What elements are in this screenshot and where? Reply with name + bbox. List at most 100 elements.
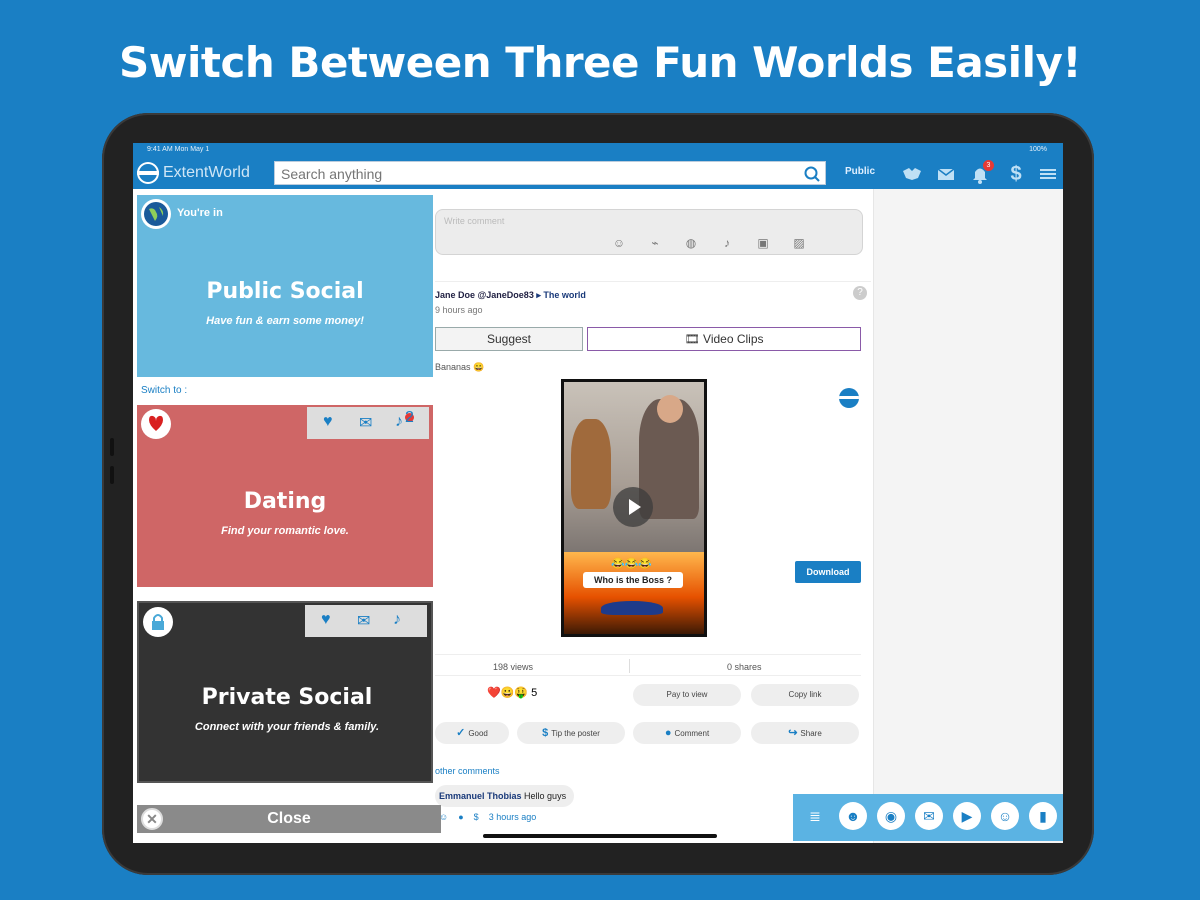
commenter-name[interactable]: Emmanuel Thobias <box>439 791 522 801</box>
notifications-button[interactable]: 3 <box>969 160 994 185</box>
reactions[interactable]: ❤️😀🤑 5 <box>487 686 537 699</box>
tip-label: Tip the poster <box>551 729 600 738</box>
tip-button[interactable]: $ Tip the poster <box>517 722 625 744</box>
post-stats: 198 views 0 shares <box>435 654 861 676</box>
composer-placeholder: Write comment <box>444 216 505 226</box>
friends-icon[interactable]: ☺ <box>991 802 1019 830</box>
world-switcher-panel: You're in Public Social Have fun & earn … <box>137 195 441 841</box>
world-dating-card[interactable]: ♥ ✉ ♪ 2 Dating Find your romantic love. <box>137 405 433 587</box>
microphone-icon[interactable]: ♪ <box>720 236 734 250</box>
video-call-icon[interactable]: ▶ <box>953 802 981 830</box>
mail-icon[interactable]: ✉ <box>357 611 370 631</box>
comment-reply-icon[interactable]: ● <box>458 812 463 822</box>
app-logo[interactable]: ExtentWorld <box>163 164 250 182</box>
video-thumbnail[interactable]: 😂😂😂 Who is the Boss ? <box>561 379 707 637</box>
youre-in-label: You're in <box>177 207 223 219</box>
messenger-icon[interactable]: ◉ <box>877 802 905 830</box>
handshake-icon[interactable]: ♥ <box>323 413 333 431</box>
comment-bubble: Emmanuel Thobias Hello guys <box>435 785 575 807</box>
lock-icon <box>143 607 173 637</box>
world-title: Public Social <box>206 279 364 304</box>
post-card: Jane Doe @JaneDoe83 ▸ The world 9 hours … <box>435 281 871 841</box>
video-icon[interactable]: ▣ <box>756 236 770 250</box>
close-icon[interactable]: ✕ <box>141 808 163 830</box>
dollar-icon[interactable]: $ <box>1005 163 1027 185</box>
right-panel <box>873 189 1063 843</box>
author-name[interactable]: Jane Doe @JaneDoe83 <box>435 290 534 300</box>
switch-to-label: Switch to : <box>141 385 188 396</box>
post-time: 9 hours ago <box>435 305 483 315</box>
dollar-icon: $ <box>542 727 549 739</box>
globe-icon <box>141 199 171 229</box>
world-title: Dating <box>243 489 327 514</box>
play-icon[interactable] <box>613 487 653 527</box>
bell-icon[interactable]: ♪ <box>395 413 403 431</box>
comment-button[interactable]: ● Comment <box>633 722 741 744</box>
copy-link-button[interactable]: Copy link <box>751 684 859 706</box>
download-button[interactable]: Download <box>795 561 861 583</box>
bell-icon[interactable]: ♪ <box>393 611 401 629</box>
profile-icon[interactable]: ☻ <box>839 802 867 830</box>
tab-video-clips[interactable]: 🎞 Video Clips <box>587 327 861 351</box>
good-button[interactable]: ✓ Good <box>435 722 509 744</box>
monkey-figure <box>571 419 611 509</box>
headline: Switch Between Three Fun Worlds Easily! <box>118 38 1082 87</box>
sticker-icon[interactable]: ◍ <box>684 236 698 250</box>
thumbs-up-icon: ✓ <box>456 727 466 739</box>
menu-icon[interactable] <box>1037 163 1059 185</box>
search-input[interactable] <box>281 165 781 183</box>
close-button[interactable]: ✕ Close <box>137 805 441 833</box>
lamp-figure <box>601 601 663 615</box>
search-box[interactable] <box>274 161 826 185</box>
hearts-icon <box>141 409 171 439</box>
pay-to-view-button[interactable]: Pay to view <box>633 684 741 706</box>
top-bar: ExtentWorld Public 3 $ <box>133 157 1063 189</box>
comment-composer[interactable]: Write comment ☺ ⌁ ◍ ♪ ▣ ▨ <box>435 209 863 255</box>
world-subtitle: Have fun & earn some money! <box>206 315 364 327</box>
search-icon[interactable] <box>803 165 821 183</box>
video-emojis: 😂😂😂 <box>611 558 653 570</box>
emoji-icon[interactable]: ☺ <box>612 236 626 250</box>
world-subtitle: Find your romantic love. <box>221 525 349 537</box>
status-bar: 9:41 AM Mon May 1 100% <box>133 143 1063 157</box>
bookmark-icon[interactable]: ▮ <box>1029 802 1057 830</box>
comment-tip-icon[interactable]: $ <box>474 812 479 822</box>
comment-label: Comment <box>674 729 710 738</box>
post-location[interactable]: ▸ The world <box>536 290 586 300</box>
dating-quick-actions: ♥ ✉ ♪ 2 <box>307 407 429 439</box>
mail-icon[interactable]: ✉ <box>359 413 372 433</box>
volume-button <box>110 438 114 456</box>
handshake-icon[interactable]: ♥ <box>321 611 331 629</box>
views-count: 198 views <box>493 662 534 672</box>
share-button[interactable]: ↪ Share <box>751 722 859 744</box>
bottom-dock: ≣ ☻ ◉ ✉ ▶ ☺ ▮ <box>793 794 1063 841</box>
comment-text: Hello guys <box>524 791 567 801</box>
globe-logo-icon[interactable] <box>137 162 159 184</box>
feed-icon[interactable]: ≣ <box>801 802 829 830</box>
app-screen: 9:41 AM Mon May 1 100% ExtentWorld Publi… <box>133 143 1063 843</box>
world-private-social-card[interactable]: ♥ ✉ ♪ Private Social Connect with your f… <box>137 601 433 783</box>
image-icon[interactable]: ▨ <box>792 236 806 250</box>
other-comments-link[interactable]: other comments <box>435 766 500 776</box>
help-icon[interactable]: ? <box>853 286 867 300</box>
notification-badge: 2 <box>405 409 414 426</box>
mail-icon[interactable] <box>935 163 957 185</box>
handshake-icon[interactable] <box>901 163 923 185</box>
world-subtitle: Connect with your friends & family. <box>194 721 380 733</box>
attachment-icon[interactable]: ⌁ <box>648 236 662 250</box>
chat-icon[interactable]: ✉ <box>915 802 943 830</box>
battery-level: 100% <box>1029 146 1047 153</box>
tab-suggest[interactable]: Suggest <box>435 327 583 351</box>
status-time: 9:41 AM Mon May 1 <box>147 146 210 153</box>
share-label: Share <box>800 729 822 738</box>
shares-count: 0 shares <box>727 662 762 672</box>
video-caption: Who is the Boss ? <box>583 572 683 588</box>
world-public-social-card[interactable]: You're in Public Social Have fun & earn … <box>137 195 433 377</box>
post-author[interactable]: Jane Doe @JaneDoe83 ▸ The world <box>435 290 586 301</box>
current-world-label[interactable]: Public <box>845 166 875 177</box>
share-arrow-icon: ↪ <box>788 727 798 739</box>
comment-actions: ☺ ● $ 3 hours ago <box>439 812 536 822</box>
good-label: Good <box>468 729 488 738</box>
speech-bubble-icon: ● <box>664 727 672 739</box>
volume-button <box>110 466 114 484</box>
